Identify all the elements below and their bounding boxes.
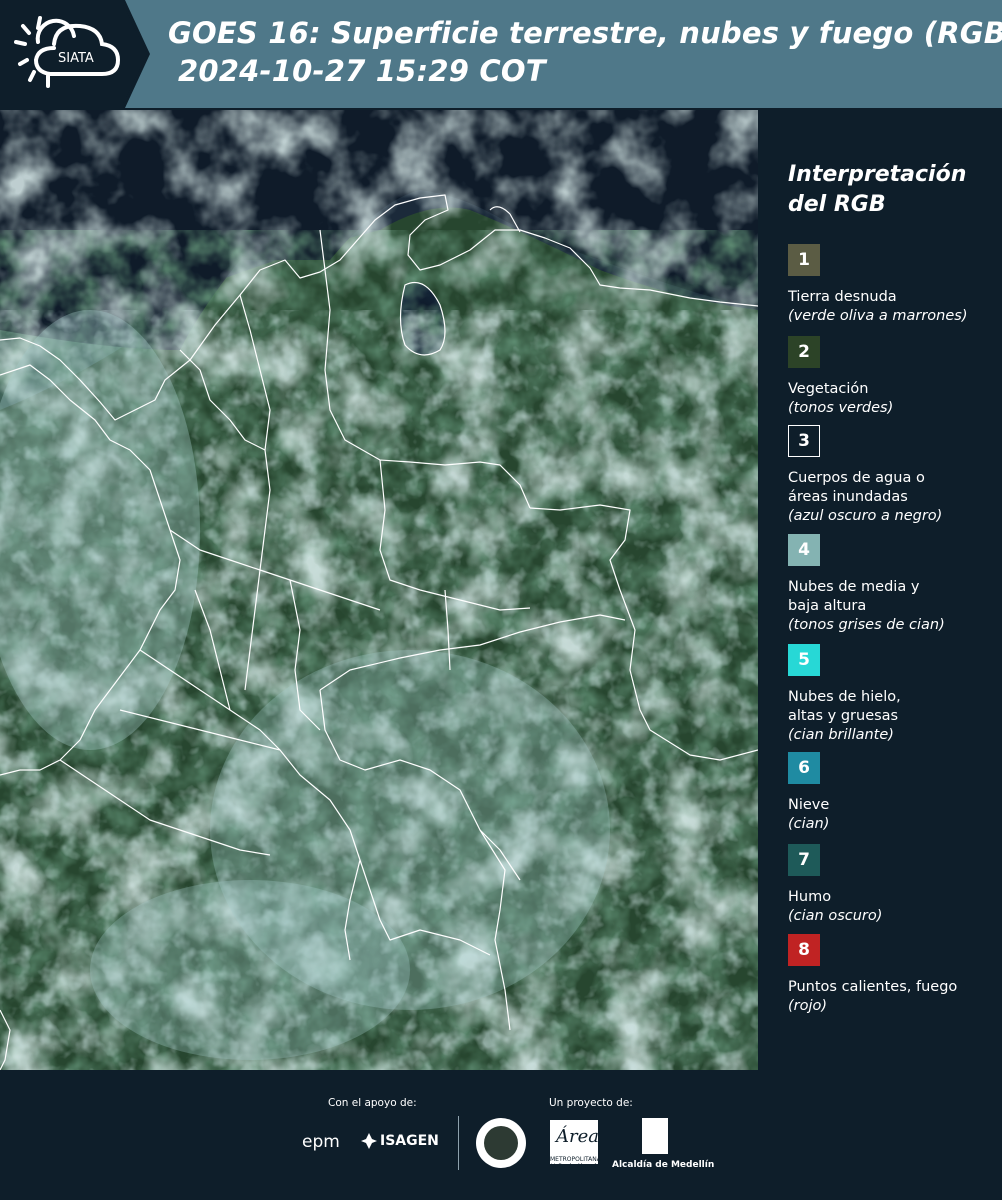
legend-desc-8: (rojo) [788,998,828,1014]
legend-label-4: Nubes de media y baja altura [788,579,920,614]
legend-label-2: Vegetación [788,381,869,397]
isagen-icon [361,1133,377,1149]
legend-item-8: 8 Puntos calientes, fuego (rojo) [788,934,957,1016]
legend-item-5: 5 Nubes de hielo, altas y gruesas (cian … [788,644,918,745]
medellin-seal-inner [484,1126,518,1160]
legend-label-3: Cuerpos de agua o áreas inundadas [788,470,925,505]
legend-swatch-4: 4 [788,534,820,566]
legend-label-5: Nubes de hielo, altas y gruesas [788,689,901,724]
legend-title-line-2: del RGB [788,192,886,217]
legend-swatch-2: 2 [788,336,820,368]
legend-desc-1: (verde oliva a marrones) [788,308,968,324]
alcaldia-shield-icon [642,1118,668,1154]
legend-desc-3: (azul oscuro a negro) [788,508,943,524]
isagen-logo: ISAGEN [380,1133,439,1149]
legend-item-4: 4 Nubes de media y baja altura (tonos gr… [788,534,945,635]
legend-swatch-1: 1 [788,244,820,276]
header-bar: SIATA GOES 16: Superficie terrestre, nub… [0,0,1002,108]
footer: Con el apoyo de: Un proyecto de: epm ISA… [0,1070,1002,1200]
legend-item-7: 7 Humo (cian oscuro) [788,844,882,926]
siata-logo: SIATA [14,16,121,88]
support-label: Con el apoyo de: [328,1097,417,1109]
page-title: GOES 16: Superficie terrestre, nubes y f… [168,14,1002,90]
legend-swatch-7: 7 [788,844,820,876]
legend-title: Interpretación del RGB [788,160,966,220]
legend-item-2: 2 Vegetación (tonos verdes) [788,336,893,418]
legend-desc-5: (cian brillante) [788,727,894,743]
legend-swatch-8: 8 [788,934,820,966]
project-label: Un proyecto de: [549,1097,633,1109]
legend-label-8: Puntos calientes, fuego [788,979,958,995]
logo-text: SIATA [58,51,94,66]
title-line-1: GOES 16: Superficie terrestre, nubes y f… [168,16,1002,50]
legend-swatch-3: 3 [788,425,820,457]
legend-label-7: Humo [788,889,832,905]
legend-item-6: 6 Nieve (cian) [788,752,829,834]
area-logo-text: Área [556,1126,599,1147]
legend-desc-6: (cian) [788,816,830,832]
legend-label-1: Tierra desnuda [788,289,897,305]
legend-item-1: 1 Tierra desnuda (verde oliva a marrones… [788,244,967,326]
legend-panel: Interpretación del RGB 1 Tierra desnuda … [762,110,1002,1070]
legend-desc-2: (tonos verdes) [788,400,894,416]
legend-item-3: 3 Cuerpos de agua o áreas inundadas (azu… [788,425,958,526]
legend-swatch-5: 5 [788,644,820,676]
legend-desc-7: (cian oscuro) [788,908,883,924]
legend-desc-4: (tonos grises de cian) [788,617,945,633]
legend-label-6: Nieve [788,797,830,813]
epm-logo: epm [302,1132,340,1152]
satellite-map[interactable] [0,110,758,1070]
legend-title-line-1: Interpretación [788,162,967,187]
footer-divider [458,1116,459,1170]
legend-swatch-6: 6 [788,752,820,784]
title-line-2: 2024-10-27 15:29 COT [178,54,546,88]
area-logo-caption: METROPOLITANA Valle de Aburrá [550,1156,601,1170]
satellite-image [0,110,758,1070]
alcaldia-logo-text: Alcaldía de Medellín [612,1160,715,1170]
